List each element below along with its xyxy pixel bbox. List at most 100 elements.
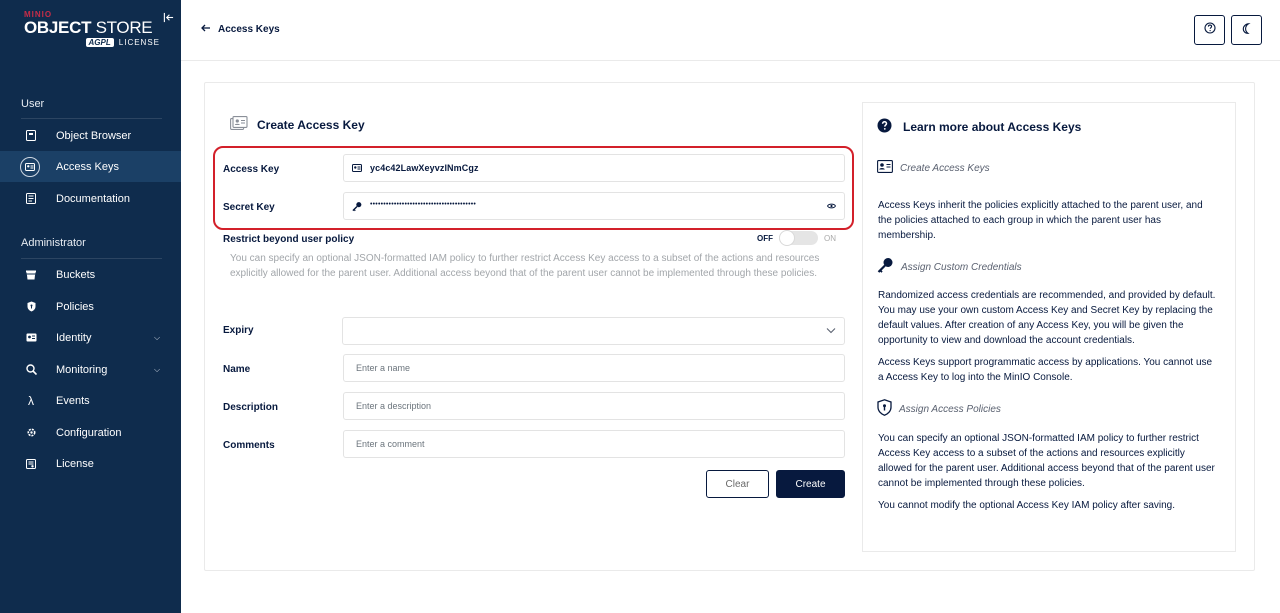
help-subtitle-policies: Assign Access Policies (877, 399, 1001, 419)
secret-key-label: Secret Key (223, 202, 275, 213)
help-paragraph: You can specify an optional JSON-formatt… (878, 433, 1215, 489)
id-card-icon (352, 163, 362, 173)
toggle-knob (779, 230, 795, 246)
help-panel-title: Learn more about Access Keys (877, 118, 1081, 136)
logo-license-text: LICENSE (118, 38, 160, 47)
eye-icon[interactable] (826, 201, 837, 211)
back-link[interactable]: Access Keys (201, 24, 280, 35)
help-subtitle-credentials: Assign Custom Credentials (877, 257, 1022, 277)
expiry-select[interactable] (342, 317, 845, 345)
create-button[interactable]: Create (776, 470, 845, 498)
key-icon (877, 257, 894, 277)
id-card-icon (877, 160, 893, 176)
access-key-field[interactable]: yc4c42LawXeyvzlNmCgz (343, 154, 845, 182)
comments-field[interactable] (343, 430, 845, 458)
help-subtitle-text: Create Access Keys (900, 162, 990, 174)
page-header: Access Keys (181, 0, 1280, 61)
comments-label: Comments (223, 440, 275, 451)
sidebar: MINIO OBJECT STORE AGPL LICENSE User Obj… (0, 0, 181, 613)
monitoring-icon (24, 363, 38, 377)
sidebar-item-policies[interactable]: Policies (0, 291, 181, 322)
help-paragraph: You cannot modify the optional Access Ke… (878, 500, 1176, 511)
help-panel-title-text: Learn more about Access Keys (903, 120, 1082, 134)
toggle-on-label: ON (824, 233, 836, 243)
logo-product-bold: OBJECT (24, 18, 92, 37)
shield-icon (877, 399, 892, 419)
form-title-text: Create Access Key (257, 117, 365, 132)
help-circle-icon (1203, 21, 1216, 39)
sidebar-item-label: Events (56, 394, 90, 407)
secret-key-field[interactable]: •••••••••••••••••••••••••••••••••••••••• (343, 192, 845, 220)
id-card-icon (230, 116, 248, 133)
expiry-label: Expiry (223, 325, 254, 336)
arrow-left-icon (201, 24, 210, 35)
lambda-icon: λ (28, 393, 34, 408)
help-subtitle-text: Assign Access Policies (899, 403, 1001, 415)
restrict-policy-toggle-group: OFF ON (757, 230, 836, 246)
description-label: Description (223, 402, 279, 413)
sidebar-item-label: Buckets (56, 268, 96, 281)
collapse-sidebar-icon[interactable] (163, 10, 175, 23)
sidebar-item-label: Object Browser (56, 129, 132, 142)
description-input[interactable] (344, 393, 844, 419)
sidebar-item-buckets[interactable]: Buckets (0, 259, 181, 290)
back-link-label: Access Keys (218, 24, 280, 35)
sidebar-item-label: Monitoring (56, 363, 108, 376)
sidebar-item-configuration[interactable]: Configuration (0, 417, 181, 448)
logo-product: OBJECT STORE (24, 18, 164, 38)
comments-input[interactable] (344, 431, 844, 457)
bucket-icon (24, 268, 38, 282)
divider (21, 118, 162, 119)
key-icon (352, 201, 362, 211)
id-card-icon (20, 156, 40, 177)
chevron-down-icon[interactable]: ⌵ (154, 333, 160, 343)
sidebar-item-monitoring[interactable]: Monitoring ⌵ (0, 354, 181, 385)
sidebar-item-label: Identity (56, 331, 92, 344)
sidebar-item-label: Documentation (56, 192, 130, 205)
help-paragraph: Access Keys inherit the policies explici… (878, 200, 1203, 241)
identity-icon (24, 331, 38, 345)
sidebar-item-label: Policies (56, 300, 94, 313)
minio-logo[interactable]: MINIO OBJECT STORE AGPL LICENSE (24, 10, 164, 47)
sidebar-item-identity[interactable]: Identity ⌵ (0, 322, 181, 353)
chevron-down-icon[interactable]: ⌵ (154, 365, 160, 375)
name-label: Name (223, 364, 251, 375)
sidebar-item-access-keys[interactable]: Access Keys (0, 151, 181, 182)
restrict-policy-toggle[interactable] (779, 230, 818, 246)
chevron-down-icon (826, 326, 836, 336)
toggle-off-label: OFF (757, 233, 773, 243)
sidebar-item-label: License (56, 457, 94, 470)
logo-product-thin: STORE (91, 18, 153, 37)
clear-button[interactable]: Clear (706, 470, 769, 498)
sidebar-item-object-browser[interactable]: Object Browser (0, 120, 181, 151)
sidebar-item-label: Access Keys (56, 160, 119, 173)
help-paragraph: Access Keys support programmatic access … (878, 357, 1213, 383)
section-title-user: User (21, 98, 45, 110)
restrict-policy-label: Restrict beyond user policy (223, 234, 355, 245)
help-subtitle-text: Assign Custom Credentials (901, 261, 1022, 273)
access-key-value: yc4c42LawXeyvzlNmCgz (370, 163, 479, 173)
name-input[interactable] (344, 355, 844, 381)
help-button[interactable] (1194, 15, 1225, 45)
sidebar-item-events[interactable]: λ Events (0, 385, 181, 416)
logo-license-row: AGPL LICENSE (24, 38, 164, 47)
help-paragraph: Randomized access credentials are recomm… (878, 290, 1216, 346)
question-circle-icon (877, 118, 892, 136)
dark-mode-button[interactable] (1231, 15, 1262, 45)
book-icon (24, 192, 38, 206)
access-key-label: Access Key (223, 164, 280, 175)
form-title: Create Access Key (230, 116, 365, 133)
sidebar-item-license[interactable]: License (0, 448, 181, 479)
section-title-administrator: Administrator (21, 237, 86, 249)
name-field[interactable] (343, 354, 845, 382)
restrict-policy-description: You can specify an optional JSON-formatt… (230, 253, 820, 279)
shield-icon (24, 300, 38, 314)
license-icon (24, 457, 38, 471)
secret-key-value: •••••••••••••••••••••••••••••••••••••••• (370, 201, 477, 208)
agpl-badge: AGPL (85, 38, 114, 47)
description-field[interactable] (343, 392, 845, 420)
sidebar-item-label: Configuration (56, 426, 122, 439)
help-subtitle-create: Create Access Keys (877, 160, 990, 176)
sidebar-item-documentation[interactable]: Documentation (0, 183, 181, 214)
folder-icon (24, 129, 38, 143)
